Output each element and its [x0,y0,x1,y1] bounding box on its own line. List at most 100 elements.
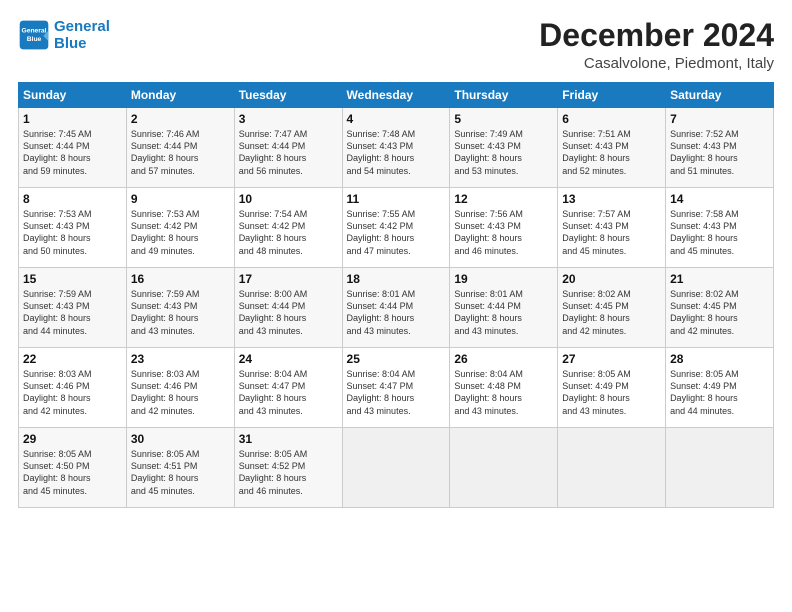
header-saturday: Saturday [666,83,774,108]
day-number: 6 [562,112,661,126]
calendar-cell: 28 Sunrise: 8:05 AMSunset: 4:49 PMDaylig… [666,348,774,428]
calendar-cell: 30 Sunrise: 8:05 AMSunset: 4:51 PMDaylig… [126,428,234,508]
svg-text:General: General [21,27,46,34]
header: General Blue General Blue December 2024 … [18,18,774,72]
cell-info: Sunrise: 8:05 AMSunset: 4:52 PMDaylight:… [239,449,308,495]
calendar-cell: 26 Sunrise: 8:04 AMSunset: 4:48 PMDaylig… [450,348,558,428]
cell-info: Sunrise: 7:48 AMSunset: 4:43 PMDaylight:… [347,129,416,175]
cell-info: Sunrise: 8:02 AMSunset: 4:45 PMDaylight:… [670,289,739,335]
cell-info: Sunrise: 7:59 AMSunset: 4:43 PMDaylight:… [23,289,92,335]
day-number: 22 [23,352,122,366]
calendar-cell: 8 Sunrise: 7:53 AMSunset: 4:43 PMDayligh… [19,188,127,268]
cell-info: Sunrise: 7:59 AMSunset: 4:43 PMDaylight:… [131,289,200,335]
day-number: 14 [670,192,769,206]
calendar-cell: 22 Sunrise: 8:03 AMSunset: 4:46 PMDaylig… [19,348,127,428]
calendar-week-row: 29 Sunrise: 8:05 AMSunset: 4:50 PMDaylig… [19,428,774,508]
cell-info: Sunrise: 7:53 AMSunset: 4:42 PMDaylight:… [131,209,200,255]
header-wednesday: Wednesday [342,83,450,108]
cell-info: Sunrise: 8:01 AMSunset: 4:44 PMDaylight:… [454,289,523,335]
day-number: 13 [562,192,661,206]
calendar-table: Sunday Monday Tuesday Wednesday Thursday… [18,82,774,508]
day-number: 7 [670,112,769,126]
calendar-cell [558,428,666,508]
calendar-cell: 1 Sunrise: 7:45 AMSunset: 4:44 PMDayligh… [19,108,127,188]
calendar-cell: 6 Sunrise: 7:51 AMSunset: 4:43 PMDayligh… [558,108,666,188]
day-number: 31 [239,432,338,446]
calendar-cell: 9 Sunrise: 7:53 AMSunset: 4:42 PMDayligh… [126,188,234,268]
calendar-cell: 2 Sunrise: 7:46 AMSunset: 4:44 PMDayligh… [126,108,234,188]
calendar-cell: 4 Sunrise: 7:48 AMSunset: 4:43 PMDayligh… [342,108,450,188]
day-number: 15 [23,272,122,286]
calendar-cell: 10 Sunrise: 7:54 AMSunset: 4:42 PMDaylig… [234,188,342,268]
location-subtitle: Casalvolone, Piedmont, Italy [539,55,774,72]
header-monday: Monday [126,83,234,108]
calendar-cell: 14 Sunrise: 7:58 AMSunset: 4:43 PMDaylig… [666,188,774,268]
calendar-cell: 15 Sunrise: 7:59 AMSunset: 4:43 PMDaylig… [19,268,127,348]
calendar-cell [342,428,450,508]
day-number: 5 [454,112,553,126]
cell-info: Sunrise: 8:03 AMSunset: 4:46 PMDaylight:… [23,369,92,415]
calendar-week-row: 15 Sunrise: 7:59 AMSunset: 4:43 PMDaylig… [19,268,774,348]
day-number: 8 [23,192,122,206]
calendar-cell: 11 Sunrise: 7:55 AMSunset: 4:42 PMDaylig… [342,188,450,268]
cell-info: Sunrise: 7:56 AMSunset: 4:43 PMDaylight:… [454,209,523,255]
day-number: 25 [347,352,446,366]
calendar-week-row: 8 Sunrise: 7:53 AMSunset: 4:43 PMDayligh… [19,188,774,268]
calendar-cell: 17 Sunrise: 8:00 AMSunset: 4:44 PMDaylig… [234,268,342,348]
cell-info: Sunrise: 7:52 AMSunset: 4:43 PMDaylight:… [670,129,739,175]
cell-info: Sunrise: 8:04 AMSunset: 4:47 PMDaylight:… [239,369,308,415]
day-number: 20 [562,272,661,286]
calendar-cell: 24 Sunrise: 8:04 AMSunset: 4:47 PMDaylig… [234,348,342,428]
cell-info: Sunrise: 7:53 AMSunset: 4:43 PMDaylight:… [23,209,92,255]
cell-info: Sunrise: 7:51 AMSunset: 4:43 PMDaylight:… [562,129,631,175]
logo: General Blue General Blue [18,18,110,52]
day-number: 23 [131,352,230,366]
calendar-cell: 16 Sunrise: 7:59 AMSunset: 4:43 PMDaylig… [126,268,234,348]
cell-info: Sunrise: 8:03 AMSunset: 4:46 PMDaylight:… [131,369,200,415]
calendar-page: General Blue General Blue December 2024 … [0,0,792,612]
calendar-cell: 27 Sunrise: 8:05 AMSunset: 4:49 PMDaylig… [558,348,666,428]
day-number: 24 [239,352,338,366]
day-number: 16 [131,272,230,286]
cell-info: Sunrise: 7:46 AMSunset: 4:44 PMDaylight:… [131,129,200,175]
svg-text:Blue: Blue [27,36,42,43]
calendar-cell: 20 Sunrise: 8:02 AMSunset: 4:45 PMDaylig… [558,268,666,348]
calendar-cell: 12 Sunrise: 7:56 AMSunset: 4:43 PMDaylig… [450,188,558,268]
cell-info: Sunrise: 7:54 AMSunset: 4:42 PMDaylight:… [239,209,308,255]
cell-info: Sunrise: 8:05 AMSunset: 4:50 PMDaylight:… [23,449,92,495]
calendar-cell: 23 Sunrise: 8:03 AMSunset: 4:46 PMDaylig… [126,348,234,428]
day-number: 28 [670,352,769,366]
calendar-cell: 7 Sunrise: 7:52 AMSunset: 4:43 PMDayligh… [666,108,774,188]
day-number: 29 [23,432,122,446]
day-number: 30 [131,432,230,446]
day-number: 4 [347,112,446,126]
day-number: 1 [23,112,122,126]
cell-info: Sunrise: 8:05 AMSunset: 4:51 PMDaylight:… [131,449,200,495]
day-number: 18 [347,272,446,286]
cell-info: Sunrise: 8:01 AMSunset: 4:44 PMDaylight:… [347,289,416,335]
calendar-cell: 19 Sunrise: 8:01 AMSunset: 4:44 PMDaylig… [450,268,558,348]
day-number: 12 [454,192,553,206]
calendar-cell: 5 Sunrise: 7:49 AMSunset: 4:43 PMDayligh… [450,108,558,188]
calendar-cell: 18 Sunrise: 8:01 AMSunset: 4:44 PMDaylig… [342,268,450,348]
calendar-cell: 3 Sunrise: 7:47 AMSunset: 4:44 PMDayligh… [234,108,342,188]
cell-info: Sunrise: 7:49 AMSunset: 4:43 PMDaylight:… [454,129,523,175]
calendar-cell: 29 Sunrise: 8:05 AMSunset: 4:50 PMDaylig… [19,428,127,508]
title-block: December 2024 Casalvolone, Piedmont, Ita… [539,18,774,72]
cell-info: Sunrise: 8:04 AMSunset: 4:47 PMDaylight:… [347,369,416,415]
cell-info: Sunrise: 8:05 AMSunset: 4:49 PMDaylight:… [562,369,631,415]
day-number: 11 [347,192,446,206]
cell-info: Sunrise: 8:04 AMSunset: 4:48 PMDaylight:… [454,369,523,415]
month-title: December 2024 [539,18,774,53]
cell-info: Sunrise: 7:57 AMSunset: 4:43 PMDaylight:… [562,209,631,255]
day-number: 3 [239,112,338,126]
logo-icon: General Blue [18,19,50,51]
cell-info: Sunrise: 7:45 AMSunset: 4:44 PMDaylight:… [23,129,92,175]
header-tuesday: Tuesday [234,83,342,108]
day-number: 9 [131,192,230,206]
cell-info: Sunrise: 7:58 AMSunset: 4:43 PMDaylight:… [670,209,739,255]
weekday-header-row: Sunday Monday Tuesday Wednesday Thursday… [19,83,774,108]
cell-info: Sunrise: 8:00 AMSunset: 4:44 PMDaylight:… [239,289,308,335]
calendar-week-row: 1 Sunrise: 7:45 AMSunset: 4:44 PMDayligh… [19,108,774,188]
day-number: 19 [454,272,553,286]
